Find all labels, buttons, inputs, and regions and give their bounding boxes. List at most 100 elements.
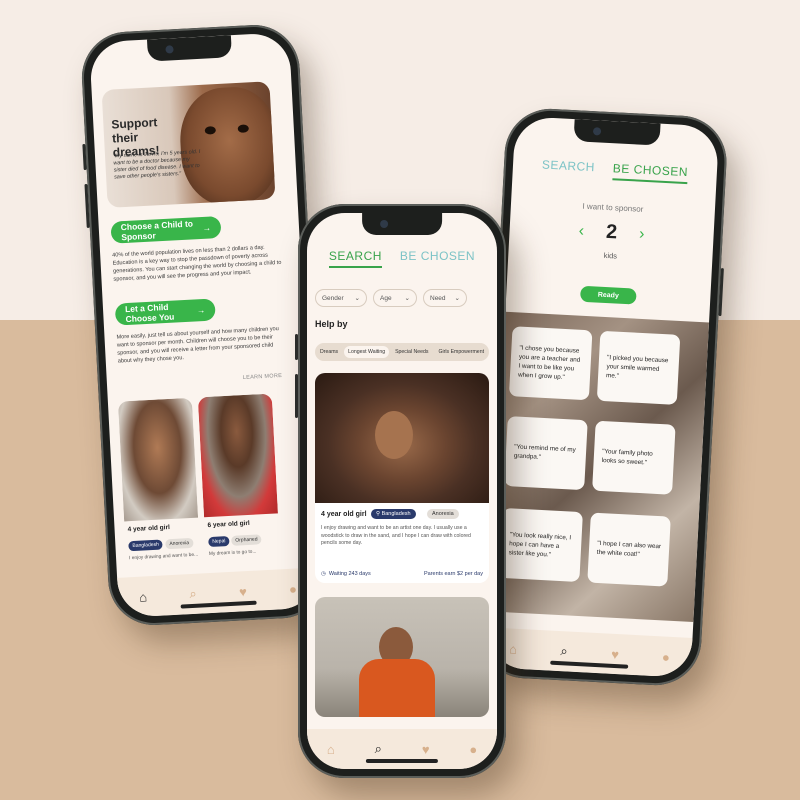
category-segments: Dreams Longest Waiting Special Needs Gir… [315,343,489,361]
sponsor-count: 2 [605,220,618,244]
heart-icon[interactable]: ♥ [236,584,251,599]
home-icon[interactable]: ⌂ [324,742,338,757]
tab-be-chosen[interactable]: BE CHOSEN [400,249,475,268]
chevron-right-icon[interactable]: › [639,225,645,243]
country-tag: Nepal [208,535,230,548]
kid-card[interactable]: 6 year old girl Nepal Orphaned My dream … [197,393,281,568]
profile-icon[interactable]: ● [659,649,674,664]
let-child-choose-button[interactable]: Let a Child Choose You → [114,298,216,326]
need-dropdown[interactable]: Need ⌄ [423,289,467,307]
let-child-label: Let a Child Choose You [124,301,175,325]
search-icon[interactable]: ⌕ [371,741,385,756]
quote-card: "You look really nice, I hope I can have… [499,507,583,583]
need-label: Need [430,294,446,302]
bottom-nav: ⌂ ⌕ ♥ ● [117,567,319,618]
choose-child-label: Choose a Child to Sponsor [120,218,194,243]
waiting-label: Waiting 243 days [328,571,371,577]
notch [362,213,442,235]
kid-card[interactable]: 4 year old girl Bangladesh Anorexia I en… [117,397,201,572]
segment-girls-empowerment[interactable]: Girls Empowerment [434,346,488,358]
condition-tag: Orphaned [231,534,262,546]
help-by-heading: Help by [315,319,348,329]
location-pin-icon: ⚲ [376,511,381,517]
tab-bar: SEARCH BE CHOSEN [512,156,717,186]
screen-search: SEARCH BE CHOSEN Gender ⌄ Age ⌄ Need ⌄ H… [307,213,497,769]
search-icon[interactable]: ⌕ [557,643,572,659]
tab-bar: SEARCH BE CHOSEN [307,249,497,268]
arrow-right-icon: → [202,222,212,233]
ready-button[interactable]: Ready [579,285,637,305]
home-indicator [365,759,439,763]
kid-photo [197,393,278,518]
kid-photo [117,397,199,522]
phone-left: Support their dreams! "My name is Jarvis… [79,22,329,628]
chevron-down-icon: ⌄ [404,295,410,302]
segment-special-needs[interactable]: Special Needs [391,346,432,358]
chevron-left-icon[interactable]: ‹ [578,222,584,240]
tab-search[interactable]: SEARCH [328,249,382,268]
volume-down-button [295,374,298,418]
volume-up-button [295,334,298,360]
profile-icon[interactable]: ● [466,742,480,757]
count-stepper: ‹ 2 › [509,216,714,250]
kid-snippet: My dream is to go to... [208,549,257,558]
tab-be-chosen[interactable]: BE CHOSEN [612,161,689,185]
home-icon[interactable]: ⌂ [136,589,151,604]
hero-banner[interactable]: Support their dreams! "My name is Jarvis… [101,81,276,208]
age-label: Age [380,294,392,302]
heart-icon[interactable]: ♥ [608,646,623,661]
kid-snippet: I enjoy drawing and want to be... [128,552,199,562]
phone-center: SEARCH BE CHOSEN Gender ⌄ Age ⌄ Need ⌄ H… [295,204,506,778]
volume-up-button [82,143,87,171]
hero-quote: "My name is Jarvis, I'm 5 years old. I w… [112,148,201,181]
learn-more-link[interactable]: LEARN MORE [243,373,283,381]
quote-card: "Your family photo looks so sweet." [592,420,676,495]
kid-age: 4 year old girl [127,524,171,534]
child-card[interactable] [315,597,489,717]
waiting-info: ◷ Waiting 243 days [321,571,371,577]
segment-dreams[interactable]: Dreams [316,346,342,358]
arrow-right-icon: → [196,304,206,316]
child-photo [177,84,276,208]
segment-longest-waiting[interactable]: Longest Waiting [344,346,390,358]
camera [592,127,602,136]
choose-you-paragraph: More easily, just tell us about yourself… [116,326,279,365]
notch [146,35,233,62]
notch [573,119,661,146]
child-jacket [359,659,435,717]
country-tag: ⚲ Bangladesh [371,509,416,519]
camera [379,220,388,228]
child-description: I enjoy drawing and want to be an artist… [321,525,471,546]
condition-tag: Anorexia [427,509,459,519]
clock-icon: ◷ [321,571,326,577]
eye [204,126,217,135]
sponsor-label: I want to sponsor [582,201,644,214]
tab-search[interactable]: SEARCH [541,157,596,179]
choose-child-button[interactable]: Choose a Child to Sponsor → [110,215,222,244]
child-photo [315,373,489,503]
phone-right: SEARCH BE CHOSEN I want to sponsor ‹ 2 ›… [477,106,729,688]
count-unit: kids [603,250,618,261]
quote-card: "I picked you because your smile warmed … [596,330,681,405]
heart-icon[interactable]: ♥ [419,742,433,757]
home-icon[interactable]: ⌂ [506,641,521,656]
chevron-down-icon: ⌄ [354,295,360,302]
gender-dropdown[interactable]: Gender ⌄ [315,289,367,307]
country-tag: Bangladesh [128,539,164,552]
eye [237,124,249,133]
screen-be-chosen: SEARCH BE CHOSEN I want to sponsor ‹ 2 ›… [486,116,720,678]
quote-card: "I chose you because you are a teacher a… [508,326,593,401]
intro-paragraph: 40% of the world population lives on les… [112,244,282,283]
chevron-down-icon: ⌄ [454,295,460,302]
age-dropdown[interactable]: Age ⌄ [373,289,417,307]
screen-home: Support their dreams! "My name is Jarvis… [89,32,319,618]
country-label: Bangladesh [381,511,411,517]
bottom-nav: ⌂ ⌕ ♥ ● [307,729,497,769]
bottom-nav: ⌂ ⌕ ♥ ● [486,627,693,678]
camera [165,45,175,54]
child-age: 4 year old girl [321,511,367,518]
search-icon[interactable]: ⌕ [186,586,201,602]
child-card[interactable]: 4 year old girl ⚲ Bangladesh Anorexia I … [315,373,489,583]
gender-label: Gender [322,294,344,302]
quote-card: "I hope I can also wear the white coat!" [587,512,671,587]
